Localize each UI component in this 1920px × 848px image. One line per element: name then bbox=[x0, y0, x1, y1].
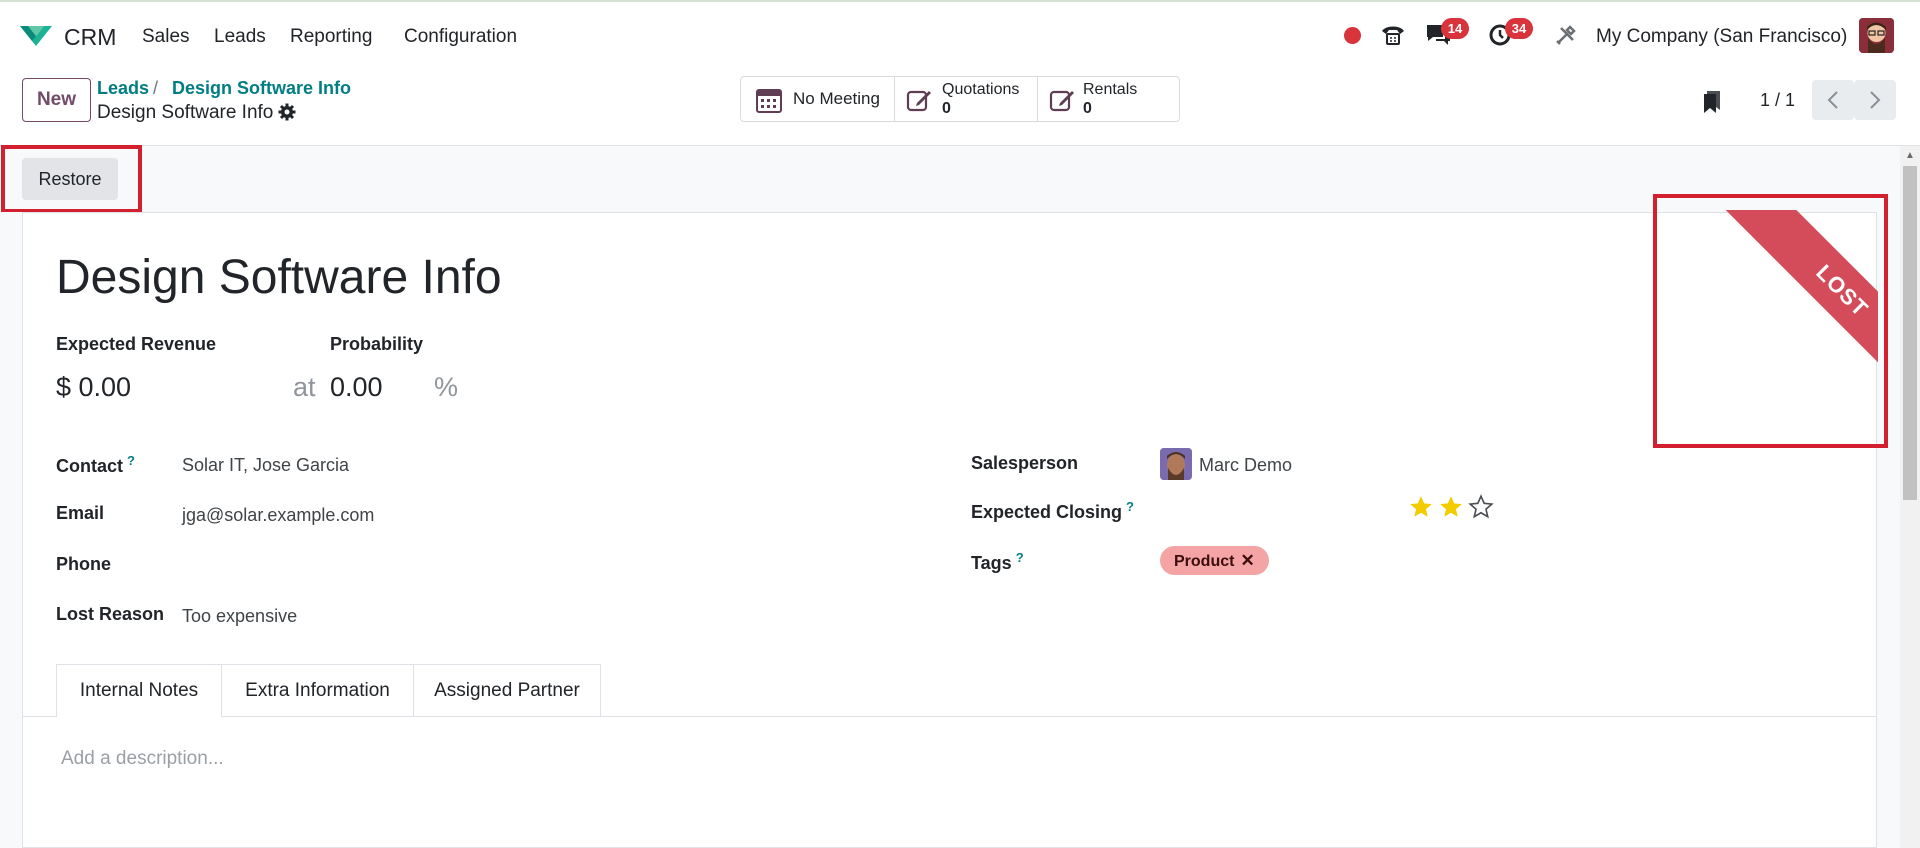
contact-help-tooltip[interactable]: ? bbox=[127, 453, 135, 468]
meeting-smart-button[interactable]: No Meeting bbox=[741, 77, 895, 121]
star-empty-icon[interactable] bbox=[1468, 494, 1494, 520]
debug-tools-icon[interactable] bbox=[1555, 24, 1577, 46]
tag-remove-icon[interactable]: ✕ bbox=[1240, 551, 1254, 570]
contact-label: Contact? bbox=[56, 453, 135, 476]
recording-indicator-icon[interactable] bbox=[1344, 27, 1361, 44]
new-button[interactable]: New bbox=[22, 78, 91, 122]
email-label: Email bbox=[56, 503, 105, 523]
quotations-count: 0 bbox=[942, 100, 951, 117]
expected-closing-label: Expected Closing? bbox=[971, 499, 1134, 522]
messages-badge: 14 bbox=[1441, 18, 1469, 39]
contact-field[interactable]: Solar IT, Jose Garcia bbox=[182, 455, 349, 476]
form-sheet bbox=[22, 212, 1877, 848]
tag-label: Product bbox=[1174, 553, 1235, 570]
smart-buttons: No Meeting Quotations 0 Rentals 0 bbox=[740, 76, 1180, 122]
edit-icon bbox=[906, 90, 931, 112]
at-label: at bbox=[293, 372, 316, 402]
ribbon-highlight-box bbox=[1653, 194, 1888, 448]
user-avatar[interactable] bbox=[1859, 18, 1894, 53]
quotations-label: Quotations bbox=[942, 81, 1020, 98]
edit-icon bbox=[1049, 90, 1074, 112]
calendar-icon bbox=[756, 89, 782, 113]
breadcrumb-leads[interactable]: Leads bbox=[97, 78, 149, 99]
menu-configuration[interactable]: Configuration bbox=[404, 26, 517, 48]
breadcrumb-separator: / bbox=[153, 78, 159, 98]
chevron-left-icon bbox=[1827, 91, 1838, 109]
scrollbar-thumb[interactable] bbox=[1903, 166, 1917, 500]
meeting-label: No Meeting bbox=[793, 89, 880, 108]
tags-label: Tags? bbox=[971, 550, 1024, 573]
description-editor[interactable]: Add a description... bbox=[61, 748, 224, 770]
tab-assigned-partner[interactable]: Assigned Partner bbox=[413, 664, 601, 717]
menu-reporting[interactable]: Reporting bbox=[290, 26, 372, 48]
chevron-right-icon bbox=[1870, 91, 1881, 109]
rentals-label: Rentals bbox=[1083, 81, 1138, 98]
phone-icon[interactable] bbox=[1380, 22, 1406, 48]
scroll-up-arrow-icon[interactable]: ▲ bbox=[1905, 150, 1915, 161]
record-name: Design Software Info bbox=[97, 102, 274, 123]
rentals-count: 0 bbox=[1083, 100, 1092, 117]
pager-value[interactable]: 1 / 1 bbox=[1760, 90, 1795, 111]
quotations-smart-button[interactable]: Quotations 0 bbox=[895, 77, 1038, 121]
expected-revenue-label: Expected Revenue bbox=[56, 334, 217, 354]
priority-stars bbox=[1408, 494, 1494, 520]
crm-logo-icon[interactable] bbox=[18, 22, 54, 48]
star-filled-icon[interactable] bbox=[1438, 494, 1464, 520]
lost-reason-field[interactable]: Too expensive bbox=[182, 606, 297, 627]
activities-badge: 34 bbox=[1505, 18, 1533, 39]
salesperson-avatar bbox=[1160, 448, 1192, 480]
restore-highlight-box bbox=[1, 145, 142, 213]
gear-icon[interactable] bbox=[278, 103, 296, 121]
pager-next-button[interactable] bbox=[1854, 80, 1896, 120]
breadcrumb-current[interactable]: Design Software Info bbox=[172, 78, 351, 99]
salesperson-field[interactable]: Marc Demo bbox=[1199, 455, 1292, 476]
lead-title[interactable]: Design Software Info bbox=[56, 250, 502, 305]
phone-field[interactable] bbox=[182, 556, 882, 578]
email-field[interactable]: jga@solar.example.com bbox=[182, 505, 374, 526]
tag-product[interactable]: Product ✕ bbox=[1160, 546, 1269, 575]
bookmark-icon[interactable] bbox=[1702, 90, 1722, 114]
lost-reason-label: Lost Reason bbox=[56, 604, 165, 624]
form-statusbar bbox=[0, 146, 1900, 212]
salesperson-label: Salesperson bbox=[971, 453, 1079, 473]
company-switcher[interactable]: My Company (San Francisco) bbox=[1596, 26, 1847, 48]
probability-field[interactable]: 0.00 bbox=[330, 372, 383, 403]
rentals-smart-button[interactable]: Rentals 0 bbox=[1038, 77, 1179, 121]
app-name[interactable]: CRM bbox=[64, 24, 116, 51]
expected-closing-help-tooltip[interactable]: ? bbox=[1126, 499, 1134, 514]
star-filled-icon[interactable] bbox=[1408, 494, 1434, 520]
percent-sign: % bbox=[434, 372, 459, 402]
pager-previous-button[interactable] bbox=[1812, 80, 1854, 120]
tab-internal-notes[interactable]: Internal Notes bbox=[56, 664, 222, 717]
menu-sales[interactable]: Sales bbox=[142, 26, 190, 48]
phone-label: Phone bbox=[56, 554, 112, 574]
expected-revenue-field[interactable]: $ 0.00 bbox=[56, 372, 131, 403]
tags-help-tooltip[interactable]: ? bbox=[1016, 550, 1024, 565]
probability-label: Probability bbox=[330, 334, 424, 354]
menu-leads[interactable]: Leads bbox=[214, 26, 266, 48]
top-navbar: CRM Sales Leads Reporting Configuration … bbox=[0, 0, 1920, 68]
tab-extra-information[interactable]: Extra Information bbox=[221, 664, 414, 717]
